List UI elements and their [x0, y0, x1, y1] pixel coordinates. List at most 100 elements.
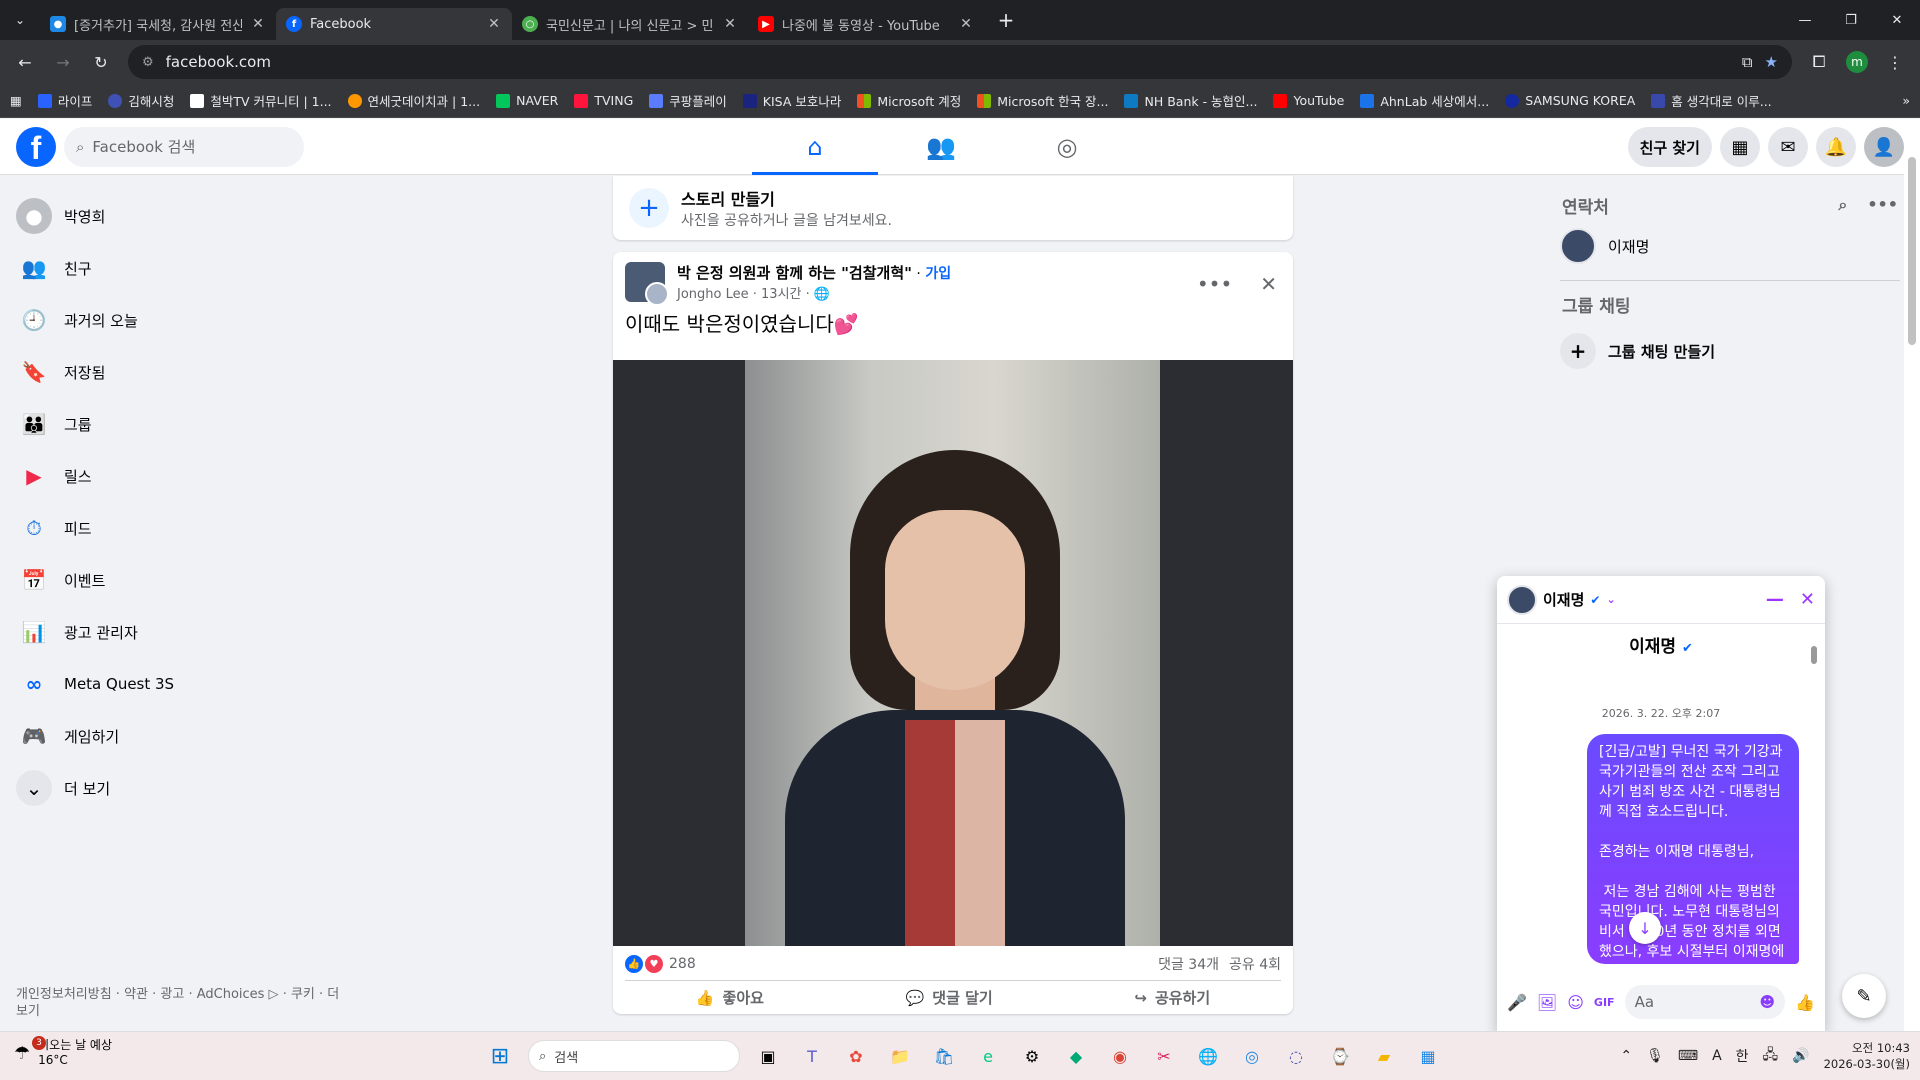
post-group-name[interactable]: 박 은정 의원과 함께 하는 "검찰개혁" [677, 264, 912, 282]
emoji-icon[interactable]: ☻ [1759, 993, 1775, 1011]
browser-tab-active[interactable]: f Facebook ✕ [276, 8, 512, 40]
bookmark-item[interactable]: AhnLab 세상에서... [1360, 91, 1489, 110]
copilot-icon[interactable]: ✿ [840, 1040, 872, 1072]
reactions-count[interactable]: 👍 ♥ 288 [625, 955, 696, 973]
taskbar-search-input[interactable]: ⌕ 검색 [528, 1040, 740, 1072]
store-icon[interactable]: 🛍 [928, 1040, 960, 1072]
new-tab-button[interactable]: + [990, 8, 1022, 32]
tab-search-icon[interactable]: ⌄ [0, 0, 40, 40]
sidebar-item-reels[interactable]: ▶ 릴스 [8, 450, 348, 502]
snipping-tool-icon[interactable]: ✂ [1148, 1040, 1180, 1072]
browser-tab[interactable]: ○ 국민신문고 | 나의 신문고 > 민 ✕ [512, 8, 748, 40]
app-icon[interactable]: ◌ [1280, 1040, 1312, 1072]
sidebar-item-profile[interactable]: ● 박영희 [8, 190, 348, 242]
search-contacts-icon[interactable]: ⌕ [1838, 195, 1847, 215]
forward-icon[interactable]: → [46, 45, 80, 79]
sidebar-item-groups[interactable]: 👪 그룹 [8, 398, 348, 450]
home-tab-icon[interactable]: ⌂ [752, 119, 878, 175]
bookmark-item[interactable]: 연세굿데이치과 | 1... [347, 91, 480, 110]
share-count[interactable]: 공유 4회 [1229, 954, 1281, 974]
settings-icon[interactable]: ⚙ [1016, 1040, 1048, 1072]
message-bubble[interactable]: [긴급/고발] 무너진 국가 기강과 국가기관들의 전산 조작 그리고 사기 범… [1587, 734, 1799, 964]
chevron-down-icon[interactable]: ⌄ [1606, 593, 1615, 606]
sticky-notes-icon[interactable]: ▰ [1368, 1040, 1400, 1072]
profile-avatar[interactable]: m [1840, 45, 1874, 79]
notifications-bell-icon[interactable]: 🔔 [1816, 127, 1856, 167]
bookmark-star-icon[interactable]: ★ [1765, 53, 1778, 71]
bookmark-item[interactable]: Microsoft 한국 장... [977, 91, 1108, 110]
account-avatar[interactable]: 👤 [1864, 127, 1904, 167]
language-indicator[interactable]: A [1712, 1048, 1722, 1064]
microphone-icon[interactable]: 🎙 [1646, 1048, 1664, 1064]
bookmark-item[interactable]: Microsoft 계정 [857, 91, 961, 110]
file-explorer-icon[interactable]: 📁 [884, 1040, 916, 1072]
chat-header[interactable]: 이재명 ✔ ⌄ — ✕ [1497, 576, 1825, 624]
bookmark-item[interactable]: 홈 생각대로 이루... [1651, 91, 1772, 110]
more-options-icon[interactable]: ••• [1197, 272, 1232, 296]
windows-start-icon[interactable]: ⊞ [484, 1040, 516, 1072]
volume-icon[interactable]: 🔊 [1792, 1048, 1809, 1064]
facebook-logo-icon[interactable]: f [16, 126, 56, 167]
minimize-icon[interactable]: — [1782, 0, 1828, 40]
back-icon[interactable]: ← [8, 45, 42, 79]
sidebar-item-feeds[interactable]: ⏱ 피드 [8, 502, 348, 554]
facebook-search-input[interactable]: ⌕ Facebook 검색 [64, 126, 304, 167]
site-info-icon[interactable]: ⚙ [142, 55, 154, 70]
post-author[interactable]: Jongho Lee [677, 287, 749, 302]
sidebar-item-events[interactable]: 📅 이벤트 [8, 554, 348, 606]
restore-icon[interactable]: ❐ [1828, 0, 1874, 40]
close-tab-icon[interactable]: ✕ [486, 16, 502, 32]
bookmark-item[interactable]: KISA 보호나라 [742, 91, 841, 110]
globe-app-icon[interactable]: 🌐 [1192, 1040, 1224, 1072]
app-icon[interactable]: ◆ [1060, 1040, 1092, 1072]
messenger-icon[interactable]: ✉ [1768, 127, 1808, 167]
scroll-down-icon[interactable]: ↓ [1629, 912, 1661, 944]
more-options-icon[interactable]: ••• [1867, 195, 1898, 215]
close-tab-icon[interactable]: ✕ [250, 16, 266, 32]
clock-app-icon[interactable]: ⌚ [1324, 1040, 1356, 1072]
more-bookmarks-icon[interactable]: » [1902, 93, 1910, 108]
extensions-icon[interactable]: ⧠ [1802, 45, 1836, 79]
minimize-chat-icon[interactable]: — [1766, 589, 1784, 610]
sidebar-item-saved[interactable]: 🔖 저장됨 [8, 346, 348, 398]
menu-grid-icon[interactable]: ▦ [1720, 127, 1760, 167]
close-tab-icon[interactable]: ✕ [958, 16, 974, 32]
address-bar[interactable]: ⚙ facebook.com ⧉ ★ [128, 45, 1792, 79]
close-icon[interactable]: ✕ [1260, 272, 1277, 296]
app-icon[interactable]: ◎ [1236, 1040, 1268, 1072]
sticker-icon[interactable]: ☺ [1567, 993, 1584, 1012]
bookmark-item[interactable]: 철박TV 커뮤니티 | 1... [190, 91, 332, 110]
friends-tab-icon[interactable]: 👥 [878, 119, 1004, 175]
page-scrollbar[interactable] [1904, 119, 1920, 1031]
teams-icon[interactable]: T [796, 1040, 828, 1072]
close-chat-icon[interactable]: ✕ [1800, 589, 1815, 610]
message-input[interactable]: Aa ☻ [1624, 985, 1786, 1019]
sidebar-item-gaming[interactable]: 🎮 게임하기 [8, 710, 348, 762]
chevron-up-icon[interactable]: ⌃ [1620, 1048, 1632, 1064]
find-friends-button[interactable]: 친구 찾기 [1627, 127, 1712, 167]
thumbs-up-send-icon[interactable]: 👍 [1795, 993, 1815, 1012]
author-avatar[interactable] [645, 282, 669, 306]
comment-button[interactable]: 💬 댓글 달기 [906, 987, 993, 1008]
chrome-icon[interactable]: ◉ [1104, 1040, 1136, 1072]
footer-links[interactable]: 개인정보처리방침 · 약관 · 광고 · AdChoices ▷ · 쿠키 · … [16, 986, 346, 1020]
reload-icon[interactable]: ↻ [84, 45, 118, 79]
photo-icon[interactable]: 🖼 [1537, 993, 1557, 1012]
sidebar-item-friends[interactable]: 👥 친구 [8, 242, 348, 294]
sidebar-item-ads-manager[interactable]: 📊 광고 관리자 [8, 606, 348, 658]
browser-tab[interactable]: ▶ 나중에 볼 동영상 - YouTube ✕ [748, 8, 984, 40]
bookmark-item[interactable]: SAMSUNG KOREA [1505, 93, 1635, 108]
bookmark-item[interactable]: 김해시청 [108, 91, 174, 110]
post-time[interactable]: 13시간 [761, 287, 801, 302]
group-avatar[interactable] [625, 262, 669, 306]
microphone-icon[interactable]: 🎤 [1507, 993, 1527, 1012]
new-message-button[interactable]: ✎ [1842, 974, 1886, 1018]
close-tab-icon[interactable]: ✕ [722, 16, 738, 32]
sidebar-item-memories[interactable]: 🕘 과거의 오늘 [8, 294, 348, 346]
like-button[interactable]: 👍 좋아요 [696, 987, 764, 1008]
edge-icon[interactable]: e [972, 1040, 1004, 1072]
network-icon[interactable]: 🖧 [1763, 1044, 1779, 1068]
sidebar-item-meta-quest[interactable]: ∞ Meta Quest 3S [8, 658, 348, 710]
apps-grid-icon[interactable]: ▦ [10, 93, 22, 108]
post-photo[interactable] [613, 360, 1293, 946]
